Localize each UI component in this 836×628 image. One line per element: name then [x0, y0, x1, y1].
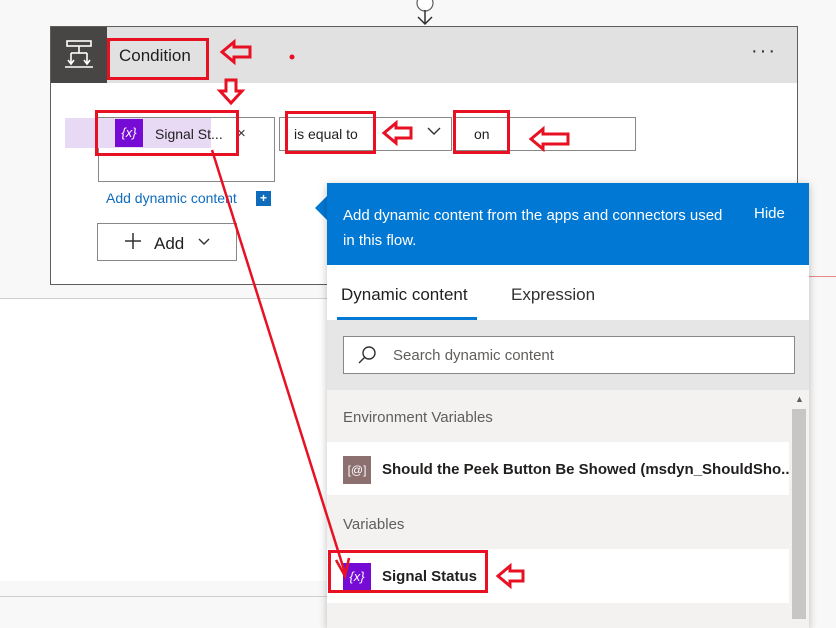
- annotation-box: [285, 111, 376, 154]
- search-icon: [358, 346, 376, 364]
- list-item-should-peek-button[interactable]: Should the Peek Button Be Showed (msdyn_…: [382, 461, 794, 478]
- search-placeholder: Search dynamic content: [393, 347, 554, 364]
- group-label: Variables: [343, 516, 405, 533]
- scroll-up-icon[interactable]: ▲: [795, 394, 804, 404]
- add-dynamic-content-link[interactable]: Add dynamic content: [106, 190, 237, 206]
- annotation-box: [328, 550, 488, 593]
- annotation-box: [453, 110, 510, 154]
- annotation-box: [107, 38, 209, 80]
- chevron-down-icon[interactable]: [426, 123, 442, 139]
- group-label: Environment Variables: [343, 409, 493, 426]
- scrollbar-thumb[interactable]: [792, 409, 806, 619]
- environment-variable-icon: [@]: [343, 456, 371, 484]
- tab-expression[interactable]: Expression: [511, 285, 595, 305]
- add-button-label: Add: [154, 234, 185, 253]
- tab-dynamic-content[interactable]: Dynamic content: [341, 285, 468, 305]
- more-icon[interactable]: ···: [751, 40, 777, 63]
- flyout-description: Add dynamic content from the apps and co…: [343, 207, 723, 249]
- plus-icon: [125, 233, 141, 249]
- group-header: [327, 603, 789, 628]
- connector-arrow-icon: [416, 0, 434, 26]
- divider: [808, 276, 836, 277]
- flyout-header: Add dynamic content from the apps and co…: [327, 183, 809, 265]
- hide-button[interactable]: Hide: [754, 205, 785, 222]
- divider: [0, 596, 328, 597]
- background-panel: [0, 299, 328, 581]
- chevron-down-icon: [198, 238, 210, 245]
- annotation-box: [95, 110, 239, 156]
- condition-icon: [51, 27, 107, 83]
- plus-icon[interactable]: +: [256, 191, 271, 206]
